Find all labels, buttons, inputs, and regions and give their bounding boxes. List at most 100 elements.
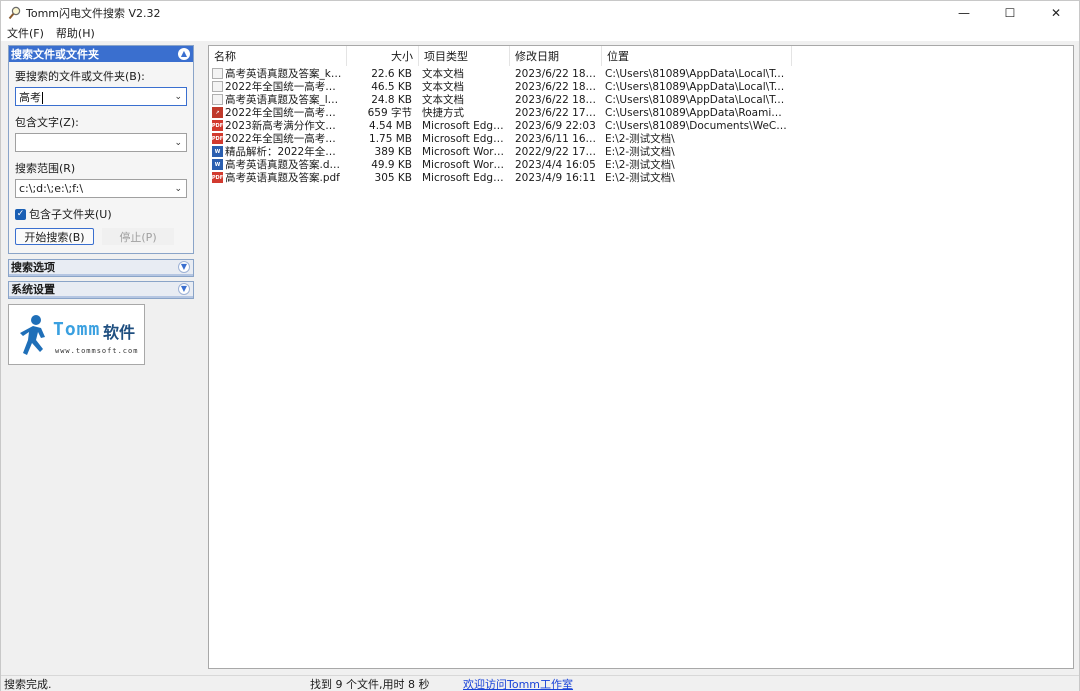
cell-type: Microsoft Edge P... (422, 119, 509, 132)
name-input-value: 高考 (19, 90, 41, 104)
column-header-location[interactable]: 位置 (602, 46, 792, 66)
cell-size: 46.5 KB (371, 80, 412, 93)
window-title: Tomm闪电文件搜索 V2.32 (26, 7, 161, 20)
minimize-button[interactable]: — (941, 1, 987, 25)
column-header-type[interactable]: 项目类型 (419, 46, 510, 66)
scope-combobox[interactable]: c:\;d:\;e:\;f:\ ⌄ (15, 179, 187, 198)
cell-size: 659 字节 (367, 107, 412, 119)
results-rows: 高考英语真题及答案_k3sw...22.6 KB文本文档2023/6/22 18… (209, 67, 1073, 185)
column-header-size[interactable]: 大小 (347, 46, 419, 66)
cell-type: Microsoft Edge P... (422, 171, 509, 184)
search-group-body: 要搜索的文件或文件夹(B): 高考 ⌄ 包含文字(Z): ⌄ 搜索范围(R) c… (9, 62, 193, 253)
cell-date: 2023/6/11 16:56 (515, 132, 601, 145)
running-man-logo-icon (20, 315, 45, 355)
cell-size: 4.54 MB (369, 119, 412, 132)
file-name: 高考英语真题及答案.pdf (225, 172, 340, 184)
search-buttons: 开始搜索(B) 停止(P) (15, 228, 187, 245)
system-settings-header[interactable]: 系统设置 ▼ (9, 282, 193, 298)
system-settings-title: 系统设置 (11, 283, 55, 296)
stop-button[interactable]: 停止(P) (102, 228, 174, 245)
cell-location: C:\Users\81089\AppData\Local\Temp\d... (605, 80, 791, 93)
txt-file-icon (212, 81, 223, 92)
cell-location: C:\Users\81089\AppData\Local\Temp\d... (605, 93, 791, 106)
title-bar: Tomm闪电文件搜索 V2.32 — ☐ ✕ (1, 1, 1079, 25)
doc-file-icon: W (212, 146, 223, 157)
cell-location: E:\2-测试文档\ (605, 172, 675, 184)
website-link[interactable]: 欢迎访问Tomm工作室 (451, 676, 573, 691)
results-list[interactable]: 名称 大小 项目类型 修改日期 位置 高考英语真题及答案_k3sw...22.6… (208, 45, 1074, 669)
cell-date: 2023/6/22 17:47 (515, 106, 601, 119)
cell-size: 1.75 MB (369, 132, 412, 145)
search-group-title: 搜索文件或文件夹 (11, 48, 99, 61)
logo-brand: Tomm (53, 319, 101, 340)
search-group-header[interactable]: 搜索文件或文件夹 ▲ (9, 46, 193, 62)
include-subfolders-checkbox[interactable]: ✓ (15, 208, 26, 220)
cell-date: 2023/4/9 16:11 (515, 171, 596, 184)
name-combobox[interactable]: 高考 ⌄ (15, 87, 187, 106)
table-row[interactable]: PDF 高考英语真题及答案.pdf 305 KB Microsoft Edge P..… (209, 170, 1073, 185)
cell-location: C:\Users\81089\Documents\WeChat File... (605, 119, 791, 132)
cell-name: PDF 高考英语真题及答案.pdf (209, 170, 346, 185)
column-header-name[interactable]: 名称 (209, 46, 347, 66)
txt-file-icon (212, 68, 223, 79)
status-text: 搜索完成. (4, 678, 52, 691)
chevron-down-icon[interactable]: ⌄ (174, 92, 182, 102)
cell-date: 2023/6/22 18:06 (515, 93, 601, 106)
start-search-button[interactable]: 开始搜索(B) (15, 228, 94, 245)
cell-size: 305 KB (374, 171, 412, 184)
include-subfolders-label: 包含子文件夹(U) (29, 208, 112, 221)
logo-brand-cn: 软件 (103, 323, 136, 342)
cell-size: 24.8 KB (371, 93, 412, 106)
txt-file-icon (212, 94, 223, 105)
app-window: Tomm闪电文件搜索 V2.32 — ☐ ✕ 文件(F) 帮助(H) 搜索文件或… (0, 0, 1080, 691)
cell-date: 2022/9/22 17:05 (515, 145, 601, 158)
cell-size: 49.9 KB (371, 158, 412, 171)
cell-type: Microsoft Word ... (422, 158, 509, 171)
logo-url: www.tommsoft.com (55, 347, 139, 355)
system-settings-group: 系统设置 ▼ (8, 281, 194, 299)
scope-field-label: 搜索范围(R) (15, 162, 76, 175)
cell-type: Microsoft Edge P... (422, 132, 509, 145)
search-group: 搜索文件或文件夹 ▲ 要搜索的文件或文件夹(B): 高考 ⌄ 包含文字(Z): … (8, 45, 194, 254)
search-options-title: 搜索选项 (11, 261, 55, 274)
maximize-button[interactable]: ☐ (987, 1, 1033, 25)
lnk-file-icon: ↗ (212, 107, 223, 118)
magnifier-app-icon (8, 6, 21, 20)
window-controls: — ☐ ✕ (941, 1, 1079, 25)
left-panel: 搜索文件或文件夹 ▲ 要搜索的文件或文件夹(B): 高考 ⌄ 包含文字(Z): … (8, 45, 194, 365)
column-header-date[interactable]: 修改日期 (510, 46, 602, 66)
content-field-label: 包含文字(Z): (15, 116, 79, 129)
cell-location: C:\Users\81089\AppData\Local\Temp\d... (605, 67, 791, 80)
close-button[interactable]: ✕ (1033, 1, 1079, 25)
menu-file[interactable]: 文件(F) (1, 25, 50, 41)
chevron-down-icon[interactable]: ⌄ (174, 184, 182, 194)
tomm-logo[interactable]: Tomm 软件 www.tommsoft.com (8, 304, 145, 365)
cell-date: 2023/6/9 22:03 (515, 119, 596, 132)
expand-down-icon[interactable]: ▼ (178, 261, 190, 273)
pdf-file-icon: PDF (212, 172, 223, 183)
pdf-file-icon: PDF (212, 120, 223, 131)
menu-help[interactable]: 帮助(H) (50, 25, 101, 41)
status-result-count: 找到 9 个文件,用时 8 秒 (310, 678, 430, 691)
expand-down-icon[interactable]: ▼ (178, 283, 190, 295)
doc-file-icon: W (212, 159, 223, 170)
cell-type: 快捷方式 (422, 107, 464, 119)
cell-date: 2023/4/4 16:05 (515, 158, 596, 171)
cell-location: C:\Users\81089\AppData\Roaming\Micr... (605, 106, 791, 119)
scope-input[interactable]: c:\;d:\;e:\;f:\ (19, 182, 83, 195)
include-subfolders-row[interactable]: ✓ 包含子文件夹(U) (15, 206, 187, 222)
chevron-down-icon[interactable]: ⌄ (174, 138, 182, 148)
content-combobox[interactable]: ⌄ (15, 133, 187, 152)
name-input[interactable]: 高考 (19, 89, 43, 105)
pdf-file-icon: PDF (212, 133, 223, 144)
collapse-up-icon[interactable]: ▲ (178, 48, 190, 60)
search-options-group: 搜索选项 ▼ (8, 259, 194, 277)
cell-size: 22.6 KB (371, 67, 412, 80)
cell-type: Microsoft Word ... (422, 145, 509, 158)
name-field-label: 要搜索的文件或文件夹(B): (15, 70, 145, 83)
cell-date: 2023/6/22 18:06 (515, 67, 601, 80)
cell-size: 389 KB (374, 145, 412, 158)
menu-bar: 文件(F) 帮助(H) (1, 25, 1079, 41)
search-options-header[interactable]: 搜索选项 ▼ (9, 260, 193, 276)
column-header-row: 名称 大小 项目类型 修改日期 位置 (209, 46, 1073, 67)
